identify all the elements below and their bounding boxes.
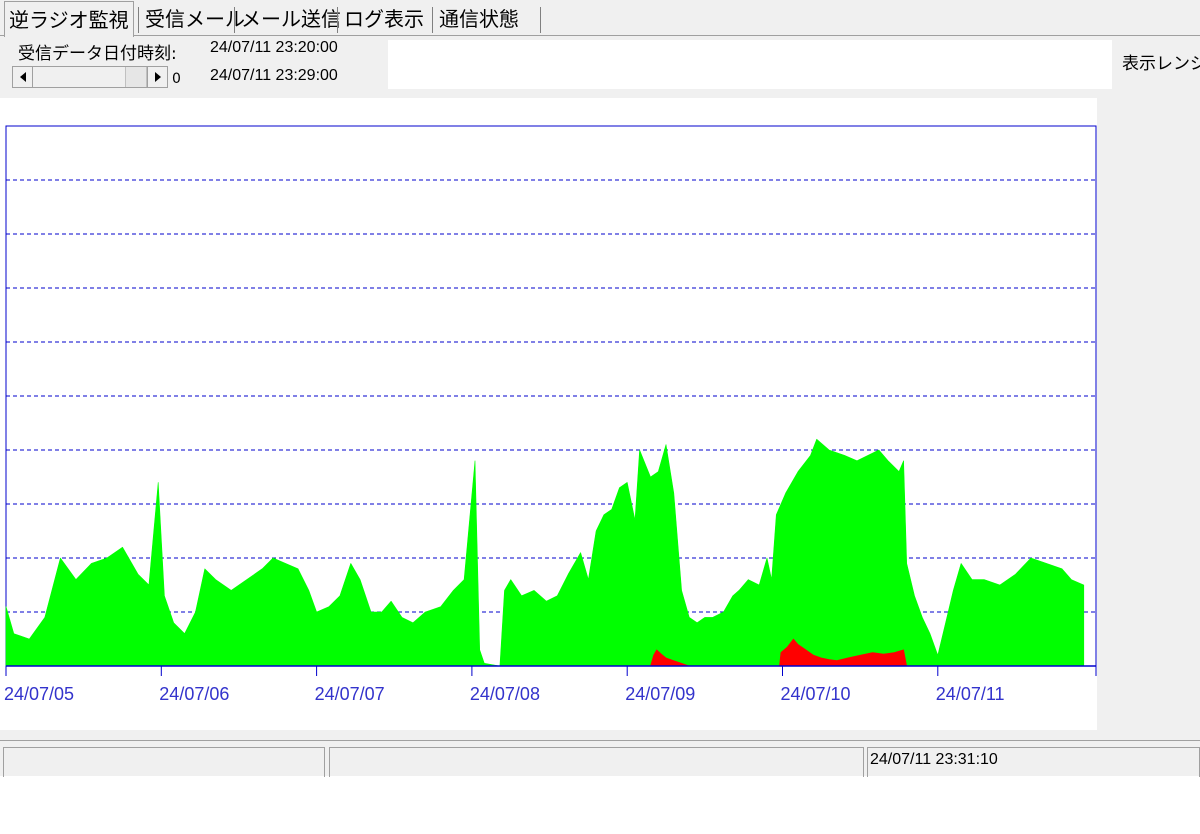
signal-chart: 24/07/05 24/07/06 24/07/07 24/07/08 24/07/09…: [4, 125, 1097, 704]
x-tick-label: 24/07/10: [781, 684, 851, 704]
status-panel-1: [3, 747, 325, 777]
scroll-left-button[interactable]: [13, 67, 33, 87]
arrow-right-icon: [155, 72, 161, 82]
time-scrollbar[interactable]: [12, 66, 168, 88]
x-tick-label: 24/07/11: [936, 684, 1005, 704]
x-tick-label: 24/07/07: [315, 684, 385, 704]
monitor-window: 逆ラジオ監視 受信メール メール送信 ログ表示 通信状態 受信データ日付時刻: …: [0, 0, 1200, 777]
status-clock: 24/07/11 23:31:10: [870, 751, 998, 768]
tab-log-view[interactable]: ログ表示: [340, 4, 428, 35]
scroll-thumb[interactable]: [125, 67, 147, 87]
end-datetime-value: 24/07/11 23:29:00: [210, 67, 338, 84]
x-tick-label: 24/07/06: [159, 684, 229, 704]
tab-separator: [540, 7, 541, 33]
received-datetime-value: 24/07/11 23:20:00: [210, 39, 338, 56]
tab-separator: [432, 7, 433, 33]
x-tick-label: 24/07/08: [470, 684, 540, 704]
tab-send-mail[interactable]: メール送信: [237, 4, 345, 35]
received-datetime-label: 受信データ日付時刻:: [18, 44, 177, 64]
status-bar: 24/07/11 23:31:10: [0, 740, 1200, 777]
info-display-box: [388, 40, 1112, 89]
tab-separator: [138, 7, 139, 33]
status-panel-2: [329, 747, 864, 777]
scroll-right-button[interactable]: [147, 67, 167, 87]
x-tick-label: 24/07/09: [625, 684, 695, 704]
tab-received-mail[interactable]: 受信メール: [141, 4, 249, 35]
tab-reverse-radio-monitor[interactable]: 逆ラジオ監視: [4, 1, 134, 37]
scroll-position-value: 0: [172, 71, 181, 87]
x-tick-label: 24/07/05: [4, 684, 74, 704]
display-range-label: 表示レンジ: [1122, 54, 1200, 74]
signal-chart-panel: 24/07/05 24/07/06 24/07/07 24/07/08 24/07/09…: [0, 98, 1097, 730]
tab-bar: 逆ラジオ監視 受信メール メール送信 ログ表示 通信状態: [0, 0, 1200, 37]
tab-separator: [234, 7, 235, 33]
arrow-left-icon: [20, 72, 26, 82]
tab-comm-status[interactable]: 通信状態: [435, 4, 523, 35]
tab-separator: [337, 7, 338, 33]
